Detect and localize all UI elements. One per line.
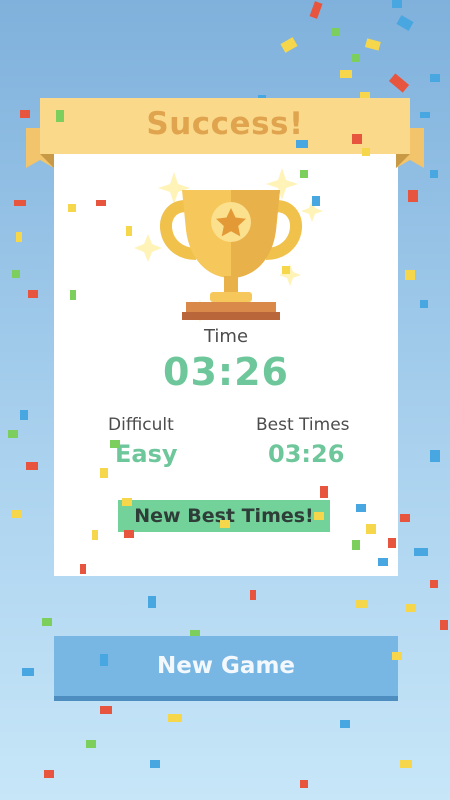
difficulty-label: Difficult bbox=[108, 415, 174, 435]
success-title: Success! bbox=[146, 106, 304, 142]
time-value: 03:26 bbox=[163, 350, 289, 394]
new-best-badge: New Best Times! bbox=[118, 500, 330, 532]
difficulty-value: Easy bbox=[115, 440, 178, 468]
best-times-label: Best Times bbox=[256, 415, 350, 435]
trophy-icon bbox=[134, 168, 323, 322]
new-game-button[interactable]: New Game bbox=[54, 636, 398, 696]
time-label: Time bbox=[203, 326, 249, 347]
best-times-value: 03:26 bbox=[268, 440, 345, 468]
